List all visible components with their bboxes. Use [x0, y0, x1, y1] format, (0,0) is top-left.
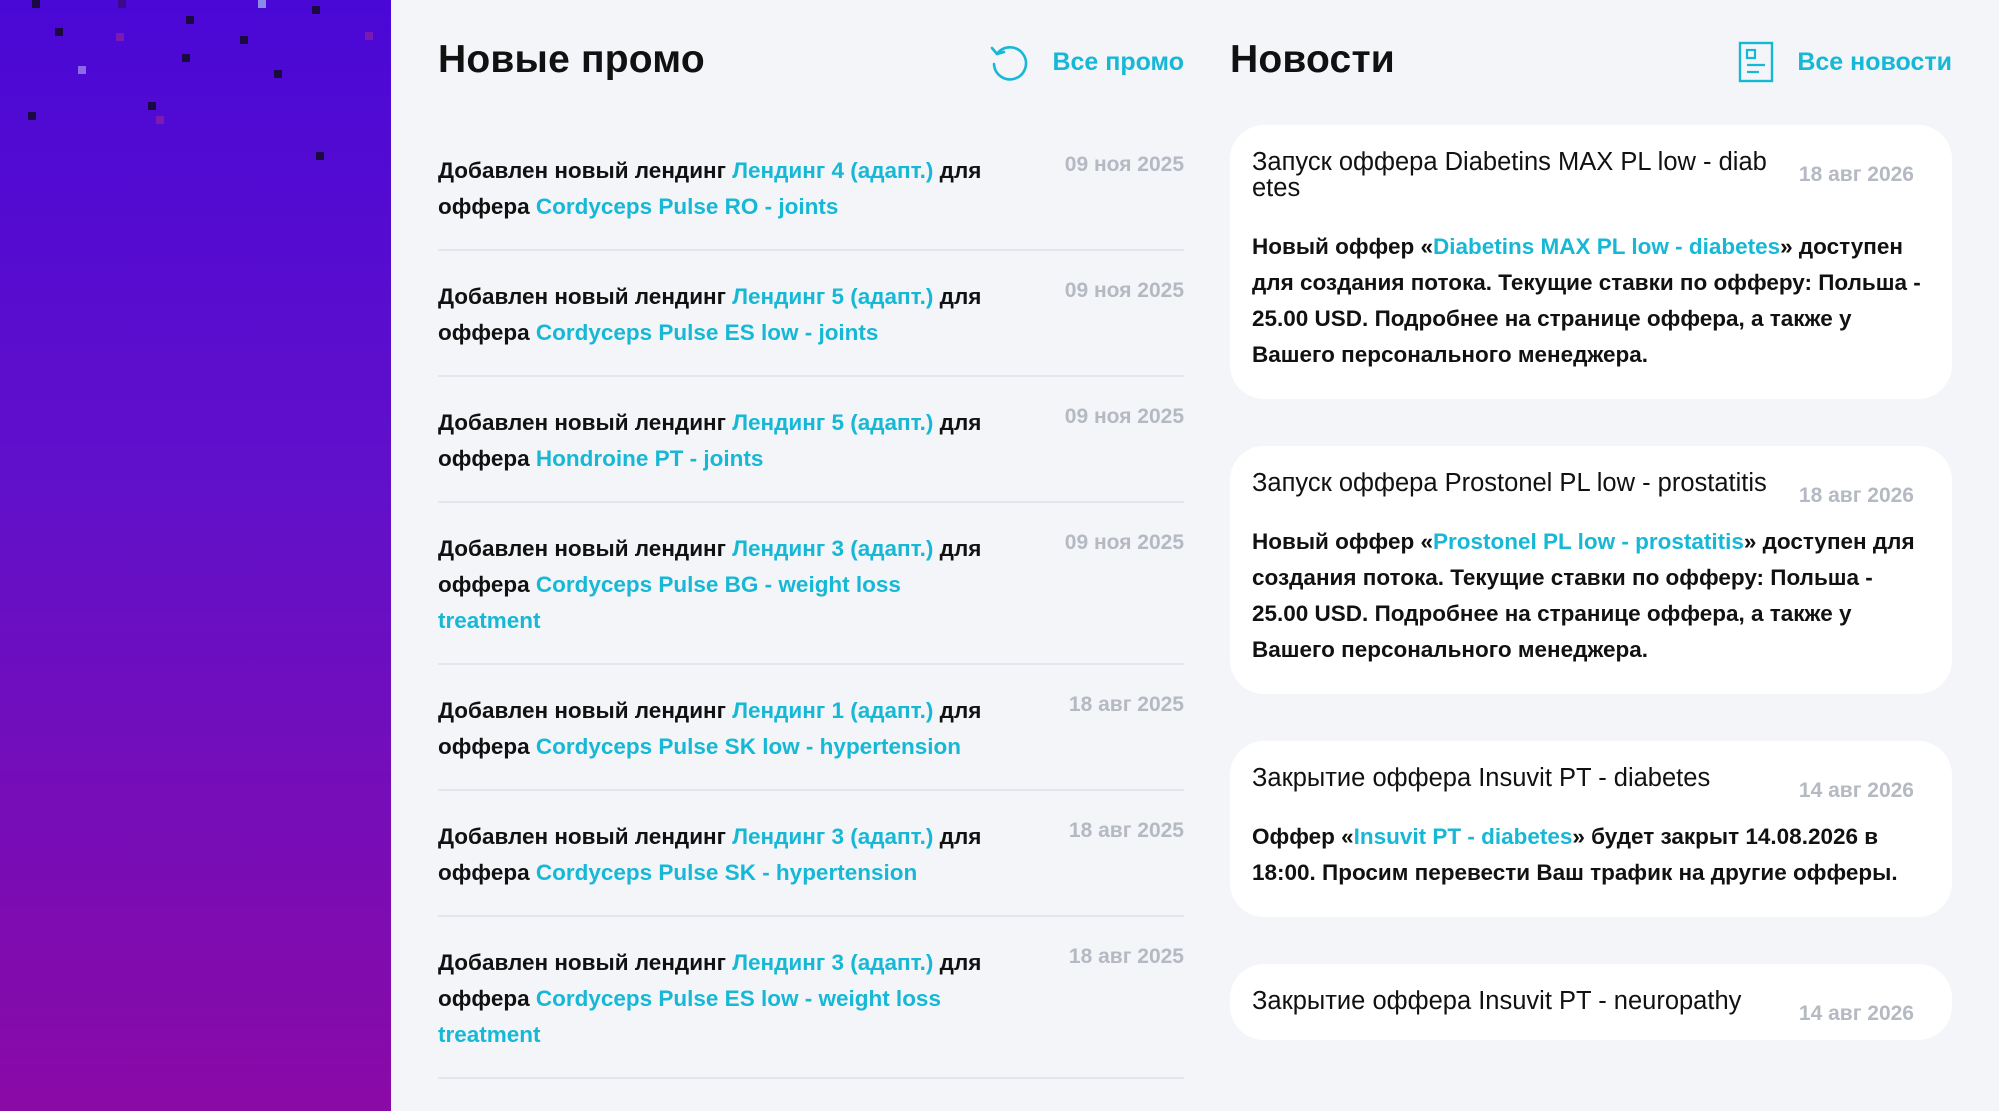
- promo-item-date: 09 ноя 2025: [1064, 531, 1184, 554]
- promo-offer-link[interactable]: Hondroine PT - joints: [536, 446, 763, 471]
- promo-list-item: Добавлен новый лендинг Лендинг 3 (адапт.…: [438, 917, 1184, 1079]
- news-offer-link[interactable]: Prostonel PL low - prostatitis: [1433, 529, 1744, 554]
- news-card-date: 18 авг 2026: [1798, 163, 1914, 186]
- promo-item-date: 18 авг 2025: [1068, 819, 1184, 842]
- decor-pixel: [365, 32, 373, 40]
- promo-landing-link[interactable]: Лендинг 5 (адапт.): [732, 284, 933, 309]
- news-card: Запуск оффера Prostonel PL low - prostat…: [1230, 446, 1952, 694]
- decor-pixel: [156, 116, 164, 124]
- promo-item-prefix: Добавлен новый лендинг: [438, 824, 733, 849]
- promo-item-date: 09 ноя 2025: [1064, 405, 1184, 428]
- promo-list: Добавлен новый лендинг Лендинг 4 (адапт.…: [438, 125, 1184, 1079]
- promo-item-text: Добавлен новый лендинг Лендинг 4 (адапт.…: [438, 153, 998, 225]
- decor-pixel: [312, 6, 320, 14]
- decor-pixel: [186, 16, 194, 24]
- decor-pixel: [32, 0, 40, 8]
- news-card-body: Новый оффер «Diabetins MAX PL low - diab…: [1252, 229, 1928, 373]
- news-card-title[interactable]: Запуск оффера Prostonel PL low - prostat…: [1252, 470, 1772, 496]
- promo-offer-link[interactable]: Cordyceps Pulse SK low - hypertension: [536, 734, 961, 759]
- promo-item-prefix: Добавлен новый лендинг: [438, 536, 733, 561]
- promo-item-text: Добавлен новый лендинг Лендинг 3 (адапт.…: [438, 945, 998, 1053]
- promo-item-prefix: Добавлен новый лендинг: [438, 950, 733, 975]
- decor-pixel: [28, 112, 36, 120]
- news-list: Запуск оффера Diabetins MAX PL low - dia…: [1230, 125, 1952, 1040]
- promo-item-text: Добавлен новый лендинг Лендинг 1 (адапт.…: [438, 693, 998, 765]
- promo-list-item: Добавлен новый лендинг Лендинг 3 (адапт.…: [438, 503, 1184, 665]
- promo-item-text: Добавлен новый лендинг Лендинг 5 (адапт.…: [438, 405, 998, 477]
- decor-pixel: [182, 54, 190, 62]
- promo-item-text: Добавлен новый лендинг Лендинг 5 (адапт.…: [438, 279, 998, 351]
- promo-landing-link[interactable]: Лендинг 3 (адапт.): [732, 824, 933, 849]
- all-news-link[interactable]: Все новости: [1737, 40, 1952, 84]
- document-icon: [1737, 40, 1775, 84]
- promo-list-item: Добавлен новый лендинг Лендинг 3 (адапт.…: [438, 791, 1184, 917]
- all-promo-label[interactable]: Все промо: [1052, 48, 1184, 77]
- promo-item-prefix: Добавлен новый лендинг: [438, 158, 733, 183]
- news-card-date: 14 авг 2026: [1798, 779, 1914, 802]
- news-section: Новости Все новости Запуск оффера Diabet…: [1230, 0, 1952, 1087]
- promo-landing-link[interactable]: Лендинг 3 (адапт.): [732, 536, 933, 561]
- promo-list-item: Добавлен новый лендинг Лендинг 5 (адапт.…: [438, 251, 1184, 377]
- refresh-icon: [988, 41, 1030, 83]
- news-card-title[interactable]: Запуск оффера Diabetins MAX PL low - dia…: [1252, 149, 1772, 201]
- promo-item-date: 09 ноя 2025: [1064, 279, 1184, 302]
- promo-header: Новые промо Все промо: [438, 0, 1184, 125]
- promo-item-date: 09 ноя 2025: [1064, 153, 1184, 176]
- news-card-body: Оффер «Insuvit PT - diabetes» будет закр…: [1252, 819, 1928, 891]
- promo-landing-link[interactable]: Лендинг 1 (адапт.): [732, 698, 933, 723]
- promo-landing-link[interactable]: Лендинг 4 (адапт.): [732, 158, 933, 183]
- decor-pixel: [148, 102, 156, 110]
- news-offer-link[interactable]: Insuvit PT - diabetes: [1354, 824, 1573, 849]
- promo-landing-link[interactable]: Лендинг 3 (адапт.): [732, 950, 933, 975]
- promo-list-item: Добавлен новый лендинг Лендинг 5 (адапт.…: [438, 377, 1184, 503]
- all-promo-link[interactable]: Все промо: [988, 40, 1184, 84]
- decor-pixel: [118, 0, 126, 8]
- news-card-body: Новый оффер «Prostonel PL low - prostati…: [1252, 524, 1928, 668]
- promo-offer-link[interactable]: Cordyceps Pulse ES low - joints: [536, 320, 879, 345]
- promo-list-item: Добавлен новый лендинг Лендинг 4 (адапт.…: [438, 125, 1184, 251]
- news-body-text: Оффер «: [1252, 824, 1354, 849]
- promo-landing-link[interactable]: Лендинг 5 (адапт.): [732, 410, 933, 435]
- promo-item-prefix: Добавлен новый лендинг: [438, 410, 733, 435]
- decor-pixel: [316, 152, 324, 160]
- main-content: Новые промо Все промо Добавлен новый лен…: [391, 0, 1999, 1111]
- promo-offer-link[interactable]: Cordyceps Pulse RO - joints: [536, 194, 839, 219]
- news-card-date: 18 авг 2026: [1798, 484, 1914, 507]
- promo-item-date: 18 авг 2025: [1068, 945, 1184, 968]
- decor-pixel: [274, 70, 282, 78]
- news-body-text: Новый оффер «: [1252, 529, 1433, 554]
- decor-pixel: [78, 66, 86, 74]
- promo-item-text: Добавлен новый лендинг Лендинг 3 (адапт.…: [438, 531, 998, 639]
- news-offer-link[interactable]: Diabetins MAX PL low - diabetes: [1433, 234, 1780, 259]
- decor-pixel: [258, 0, 266, 8]
- decor-pixel: [116, 33, 124, 41]
- news-card: Запуск оффера Diabetins MAX PL low - dia…: [1230, 125, 1952, 399]
- promo-item-text: Добавлен новый лендинг Лендинг 3 (адапт.…: [438, 819, 998, 891]
- decor-pixel: [240, 36, 248, 44]
- news-body-text: Новый оффер «: [1252, 234, 1433, 259]
- promo-offer-link[interactable]: Cordyceps Pulse SK - hypertension: [536, 860, 917, 885]
- news-card: Закрытие оффера Insuvit PT - diabetes 14 …: [1230, 741, 1952, 917]
- promo-item-date: 18 авг 2025: [1068, 693, 1184, 716]
- promo-item-prefix: Добавлен новый лендинг: [438, 698, 733, 723]
- promo-section: Новые промо Все промо Добавлен новый лен…: [438, 0, 1184, 1079]
- news-card: Закрытие оффера Insuvit PT - neuropathy 1…: [1230, 964, 1952, 1040]
- news-card-title[interactable]: Закрытие оффера Insuvit PT - diabetes: [1252, 765, 1772, 791]
- sidebar-gradient-panel: [0, 0, 391, 1111]
- promo-list-item: Добавлен новый лендинг Лендинг 1 (адапт.…: [438, 665, 1184, 791]
- decor-pixel: [55, 28, 63, 36]
- news-card-title[interactable]: Закрытие оффера Insuvit PT - neuropathy: [1252, 988, 1772, 1014]
- all-news-label[interactable]: Все новости: [1797, 48, 1952, 77]
- news-card-date: 14 авг 2026: [1798, 1002, 1914, 1025]
- news-title: Новости: [1230, 38, 1395, 81]
- news-header: Новости Все новости: [1230, 0, 1952, 125]
- promo-title: Новые промо: [438, 38, 705, 81]
- promo-item-prefix: Добавлен новый лендинг: [438, 284, 733, 309]
